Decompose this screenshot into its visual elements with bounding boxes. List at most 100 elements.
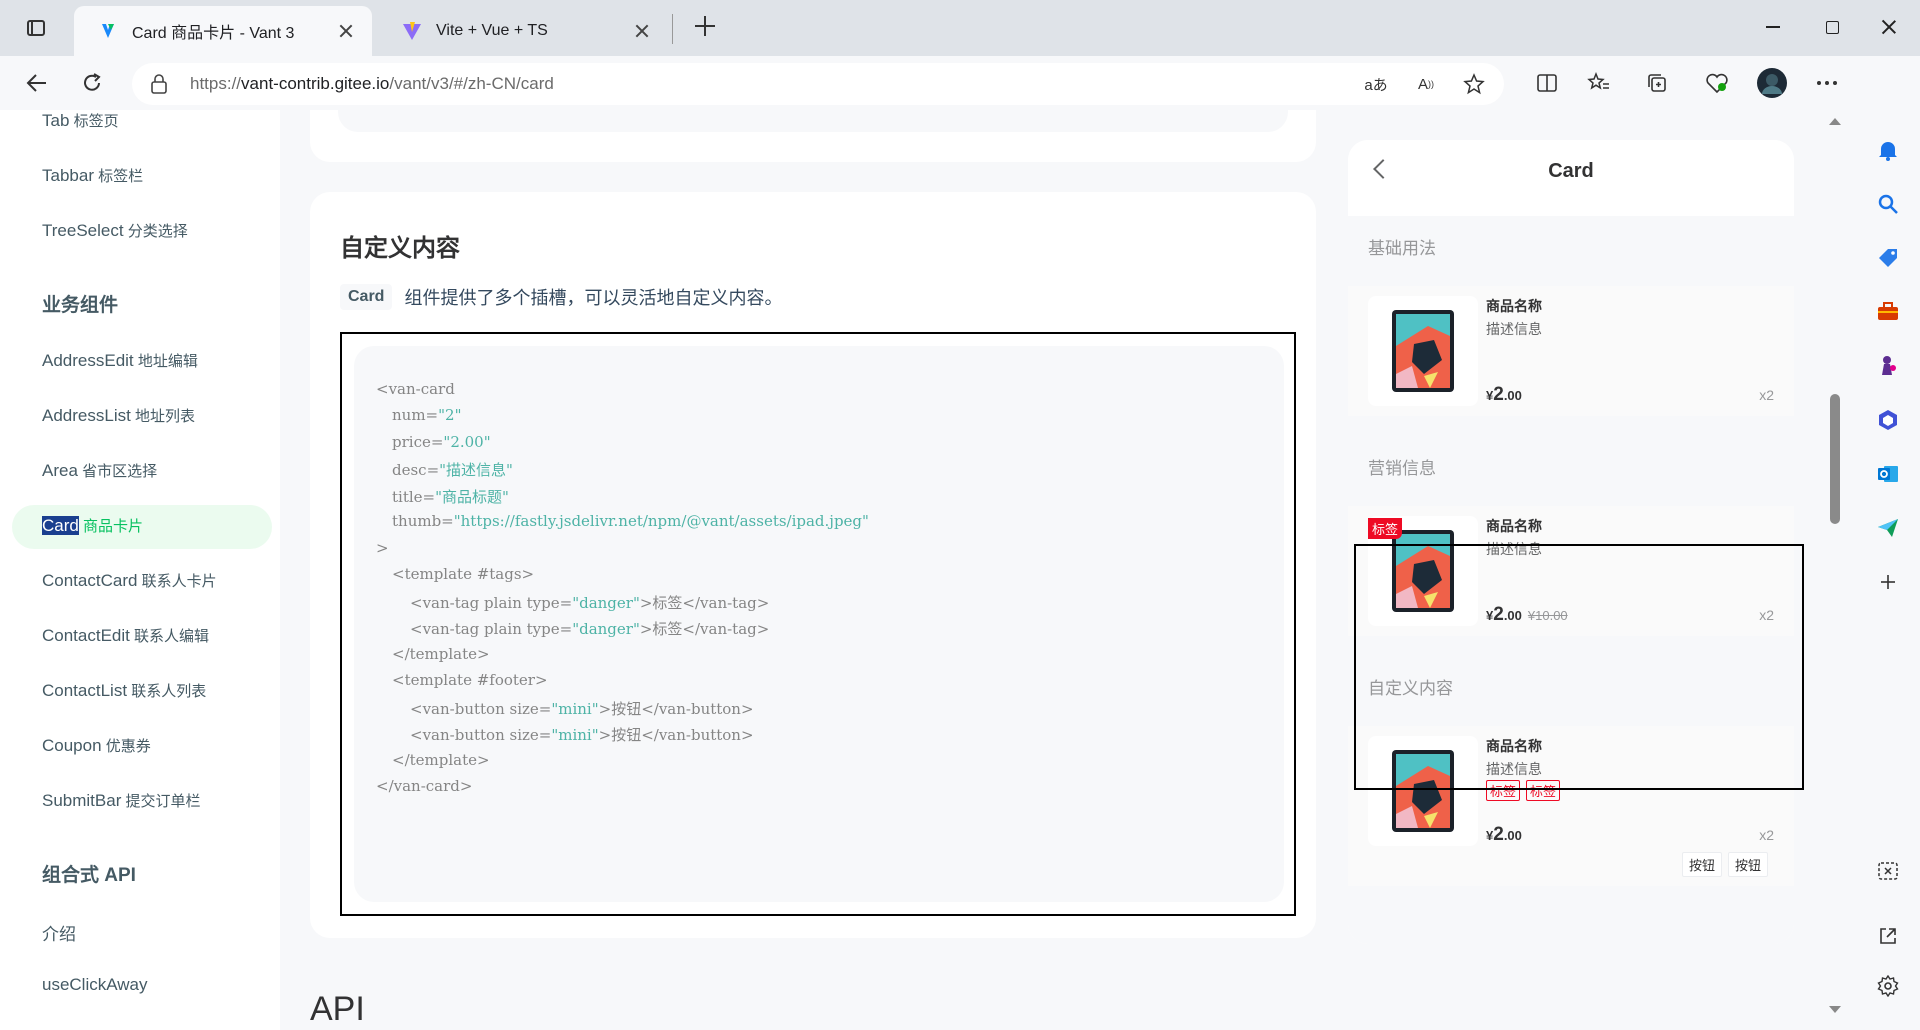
goods-thumbnail bbox=[1368, 296, 1478, 406]
demo-title-basic: 基础用法 bbox=[1368, 239, 1436, 258]
open-external-icon[interactable] bbox=[1876, 924, 1900, 948]
doc-section-custom-content: 自定义内容 Card 组件提供了多个插槽，可以灵活地自定义内容。 <van-ca… bbox=[310, 192, 1316, 938]
favorite-star-icon[interactable] bbox=[1462, 72, 1486, 96]
section-intro: Card 组件提供了多个插槽，可以灵活地自定义内容。 bbox=[340, 284, 782, 310]
maximize-icon[interactable] bbox=[1818, 14, 1846, 40]
notification-bell-icon[interactable] bbox=[1876, 138, 1900, 162]
tab-actions-icon[interactable] bbox=[24, 16, 48, 40]
code-line: <van-tag plain type="danger">标签</van-tag… bbox=[410, 620, 770, 638]
goods-title: 商品名称 bbox=[1486, 298, 1542, 314]
page-scrollbar[interactable] bbox=[1836, 110, 1856, 1030]
code-line: title="商品标题" bbox=[392, 488, 509, 506]
sidebar-item-addresslist[interactable]: AddressList 地址列表 bbox=[42, 405, 195, 426]
preview-nav-bar: Card bbox=[1348, 140, 1794, 206]
code-line: <van-card bbox=[376, 380, 455, 398]
profile-avatar[interactable] bbox=[1757, 68, 1787, 98]
address-bar[interactable]: https://vant-contrib.gitee.io/vant/v3/#/… bbox=[132, 63, 1504, 105]
sidebar-item-contactlist[interactable]: ContactList 联系人列表 bbox=[42, 680, 206, 701]
code-line: <van-button size="mini">按钮</van-button> bbox=[410, 700, 754, 718]
custom-content-highlight-frame bbox=[1354, 544, 1804, 790]
sidebar-item-coupon[interactable]: Coupon 优惠券 bbox=[42, 735, 151, 756]
favorites-icon[interactable] bbox=[1584, 68, 1614, 98]
close-tab-icon[interactable] bbox=[338, 23, 354, 39]
new-tab-icon[interactable] bbox=[693, 14, 717, 38]
shopping-tag-icon[interactable] bbox=[1876, 246, 1900, 270]
sidebar-item-tabbar[interactable]: Tabbar 标签栏 bbox=[42, 165, 143, 186]
code-line: num="2" bbox=[392, 406, 462, 424]
preview-title: Card bbox=[1548, 160, 1594, 182]
ipad-image-icon bbox=[1392, 310, 1454, 392]
sidebar-item-intro[interactable]: 介绍 bbox=[42, 920, 76, 945]
add-icon[interactable] bbox=[1876, 570, 1900, 594]
vant-logo-icon bbox=[102, 24, 114, 38]
section-heading: 自定义内容 bbox=[340, 235, 460, 262]
back-icon[interactable] bbox=[22, 68, 52, 98]
settings-gear-icon[interactable] bbox=[1876, 974, 1900, 998]
tab-divider bbox=[672, 14, 673, 44]
code-line: <van-tag plain type="danger">标签</van-tag… bbox=[410, 594, 770, 612]
browser-toolbar: https://vant-contrib.gitee.io/vant/v3/#/… bbox=[0, 56, 1920, 110]
vite-logo-icon bbox=[403, 22, 421, 40]
read-aloud-icon[interactable]: A)) bbox=[1414, 72, 1438, 96]
footer-button[interactable]: 按钮 bbox=[1682, 852, 1723, 877]
tab-vite[interactable]: Vite + Vue + TS bbox=[378, 6, 668, 56]
code-line: <template #tags> bbox=[392, 565, 535, 583]
goods-num: x2 bbox=[1759, 387, 1774, 403]
sidebar-item-card[interactable]: Card 商品卡片 bbox=[42, 515, 143, 536]
code-line: <template #footer> bbox=[392, 671, 548, 689]
lock-icon[interactable] bbox=[150, 74, 168, 94]
close-window-icon[interactable] bbox=[1876, 14, 1904, 40]
refresh-icon[interactable] bbox=[77, 68, 107, 98]
code-line: <van-button size="mini">按钮</van-button> bbox=[410, 726, 754, 744]
games-chess-icon[interactable] bbox=[1876, 354, 1900, 378]
goods-desc: 描述信息 bbox=[1486, 321, 1542, 337]
microsoft365-icon[interactable] bbox=[1876, 408, 1900, 432]
split-screen-icon[interactable] bbox=[1532, 68, 1562, 98]
url-text: https://vant-contrib.gitee.io/vant/v3/#/… bbox=[190, 74, 554, 93]
code-line: thumb="https://fastly.jsdelivr.net/npm/@… bbox=[392, 512, 869, 530]
outlook-icon[interactable] bbox=[1876, 462, 1900, 486]
code-line: > bbox=[376, 539, 389, 557]
tools-briefcase-icon[interactable] bbox=[1876, 300, 1900, 324]
sidebar-item-treeselect[interactable]: TreeSelect 分类选择 bbox=[42, 220, 188, 241]
tab-vant-card[interactable]: Card 商品卡片 - Vant 3 bbox=[74, 6, 372, 56]
sidebar-item-area[interactable]: Area 省市区选择 bbox=[42, 460, 157, 481]
goods-num: x2 bbox=[1759, 827, 1774, 843]
send-plane-icon[interactable] bbox=[1876, 516, 1900, 540]
sidebar-item-contactcard[interactable]: ContactCard 联系人卡片 bbox=[42, 570, 217, 591]
browser-essentials-icon[interactable] bbox=[1702, 68, 1732, 98]
intro-text: 组件提供了多个插槽，可以灵活地自定义内容。 bbox=[404, 288, 783, 308]
tab-title: Card 商品卡片 - Vant 3 bbox=[132, 25, 295, 42]
sidebar-item-submitbar[interactable]: SubmitBar 提交订单栏 bbox=[42, 790, 201, 811]
collections-icon[interactable] bbox=[1642, 68, 1672, 98]
edge-sidebar bbox=[1856, 56, 1920, 1030]
doc-sidebar: Tab 标签页 Tabbar 标签栏 TreeSelect 分类选择 业务组件 … bbox=[0, 110, 280, 1030]
previous-doc-card bbox=[310, 110, 1316, 162]
sidebar-item-contactedit[interactable]: ContactEdit 联系人编辑 bbox=[42, 625, 209, 646]
scroll-up-icon[interactable] bbox=[1829, 118, 1841, 125]
footer-button[interactable]: 按钮 bbox=[1728, 852, 1769, 877]
goods-price: ¥2.00 bbox=[1486, 384, 1522, 405]
code-line: desc="描述信息" bbox=[392, 461, 513, 479]
sidebar-group-business: 业务组件 bbox=[42, 295, 119, 316]
tab-strip: Card 商品卡片 - Vant 3 Vite + Vue + TS bbox=[0, 0, 1920, 56]
close-tab-icon[interactable] bbox=[634, 23, 650, 39]
screenshot-icon[interactable] bbox=[1876, 859, 1900, 883]
inline-code: Card bbox=[340, 284, 393, 310]
tab-title: Vite + Vue + TS bbox=[436, 22, 548, 39]
translate-icon[interactable]: aあ bbox=[1364, 72, 1388, 96]
sidebar-item-useclickaway[interactable]: useClickAway bbox=[42, 975, 148, 995]
goods-card[interactable]: 商品名称 描述信息 ¥2.00 x2 bbox=[1348, 286, 1794, 416]
scroll-down-icon[interactable] bbox=[1829, 1006, 1841, 1013]
more-options-icon[interactable] bbox=[1812, 68, 1842, 98]
code-line: </template> bbox=[392, 751, 490, 769]
code-line: </template> bbox=[392, 645, 490, 663]
code-line: price="2.00" bbox=[392, 433, 491, 451]
minimize-icon[interactable] bbox=[1760, 14, 1788, 40]
scrollbar-thumb[interactable] bbox=[1830, 394, 1840, 524]
goods-badge: 标签 bbox=[1368, 518, 1403, 539]
search-icon[interactable] bbox=[1876, 192, 1900, 216]
api-heading: API bbox=[310, 990, 365, 1028]
sidebar-item-tab[interactable]: Tab 标签页 bbox=[42, 110, 119, 131]
sidebar-item-addressedit[interactable]: AddressEdit 地址编辑 bbox=[42, 350, 198, 371]
